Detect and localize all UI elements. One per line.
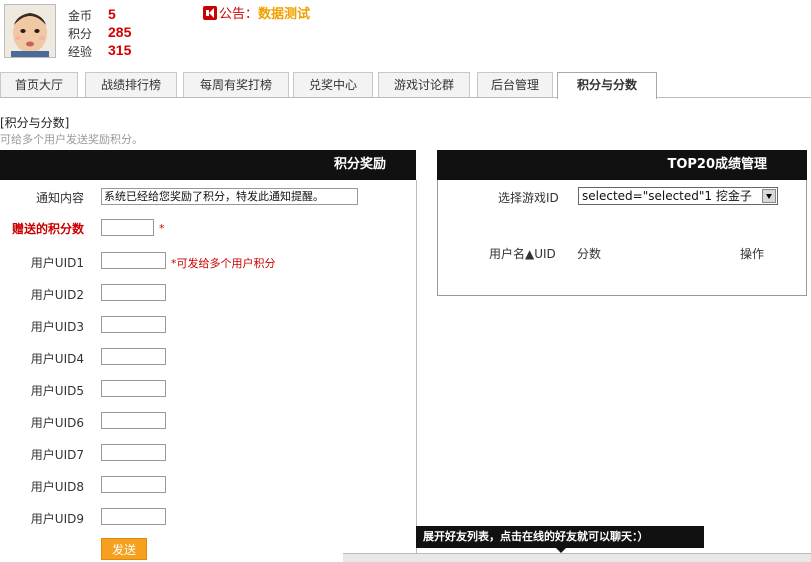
uid3-label: 用户UID3 bbox=[30, 320, 84, 334]
send-button[interactable]: 发送 bbox=[101, 538, 147, 560]
uid-hint: *可发给多个用户积分 bbox=[171, 257, 276, 270]
exp-value: 315 bbox=[108, 42, 132, 58]
uid2-label: 用户UID2 bbox=[30, 288, 84, 302]
uid3-input[interactable] bbox=[101, 316, 166, 333]
uid6-input[interactable] bbox=[101, 412, 166, 429]
points-value: 285 bbox=[108, 24, 132, 40]
tab-admin[interactable]: 后台管理 bbox=[477, 72, 553, 97]
col-score: 分数 bbox=[577, 247, 602, 261]
notice-content-input[interactable]: 系统已经给您奖励了积分，特发此通知提醒。 bbox=[101, 188, 358, 205]
announcement-message: 数据测试 bbox=[258, 7, 311, 22]
speaker-icon bbox=[203, 5, 217, 20]
uid4-label: 用户UID4 bbox=[30, 352, 84, 366]
exp-label: 经验 bbox=[68, 45, 93, 59]
gift-points-input[interactable] bbox=[101, 219, 154, 236]
tab-bar-divider bbox=[0, 97, 811, 98]
gold-value: 5 bbox=[108, 6, 116, 22]
uid7-input[interactable] bbox=[101, 444, 166, 461]
col-username-uid[interactable]: 用户名▲UID bbox=[489, 245, 556, 262]
tab-game-discussion[interactable]: 游戏讨论群 bbox=[378, 72, 470, 97]
tab-home-hall[interactable]: 首页大厅 bbox=[0, 72, 78, 97]
game-id-select[interactable]: selected="selected"1 挖金子 bbox=[578, 187, 778, 205]
tab-ranking[interactable]: 战绩排行榜 bbox=[85, 72, 177, 97]
game-id-label: 选择游戏ID bbox=[498, 191, 559, 205]
announcement-prefix: 公告： bbox=[219, 7, 259, 22]
gold-label: 金币 bbox=[68, 9, 93, 23]
page-description: 可给多个用户发送奖励积分。 bbox=[0, 133, 143, 146]
tab-weekly-prize[interactable]: 每周有奖打榜 bbox=[183, 72, 289, 97]
points-label: 积分 bbox=[68, 27, 93, 41]
uid9-label: 用户UID9 bbox=[30, 512, 84, 526]
uid6-label: 用户UID6 bbox=[30, 416, 84, 430]
announcement: 公告： 数据测试 bbox=[203, 3, 310, 22]
game-id-selected-value: selected="selected"1 挖金子 bbox=[582, 189, 752, 203]
uid1-label: 用户UID1 bbox=[30, 256, 84, 270]
uid5-label: 用户UID5 bbox=[30, 384, 84, 398]
friend-list-tooltip: 展开好友列表，点击在线的好友就可以聊天：） bbox=[416, 526, 704, 553]
avatar-image bbox=[5, 5, 55, 57]
reward-panel-title: 积分奖励 bbox=[0, 150, 416, 180]
user-avatar bbox=[4, 4, 56, 58]
chevron-down-icon[interactable] bbox=[762, 189, 776, 203]
uid8-input[interactable] bbox=[101, 476, 166, 493]
top20-panel-title: TOP20成绩管理 bbox=[437, 150, 807, 180]
panel-divider bbox=[416, 180, 417, 561]
uid7-label: 用户UID7 bbox=[30, 448, 84, 462]
uid1-input[interactable] bbox=[101, 252, 166, 269]
required-marker: * bbox=[159, 222, 165, 235]
gift-points-label: 赠送的积分数 bbox=[11, 222, 84, 236]
uid5-input[interactable] bbox=[101, 380, 166, 397]
uid4-input[interactable] bbox=[101, 348, 166, 365]
breadcrumb: [积分与分数] bbox=[0, 116, 70, 130]
uid8-label: 用户UID8 bbox=[30, 480, 84, 494]
tab-redeem-center[interactable]: 兑奖中心 bbox=[293, 72, 373, 97]
tab-points-scores[interactable]: 积分与分数 bbox=[557, 72, 657, 99]
uid2-input[interactable] bbox=[101, 284, 166, 301]
notice-content-label: 通知内容 bbox=[35, 191, 84, 205]
col-action: 操作 bbox=[740, 247, 765, 261]
uid9-input[interactable] bbox=[101, 508, 166, 525]
